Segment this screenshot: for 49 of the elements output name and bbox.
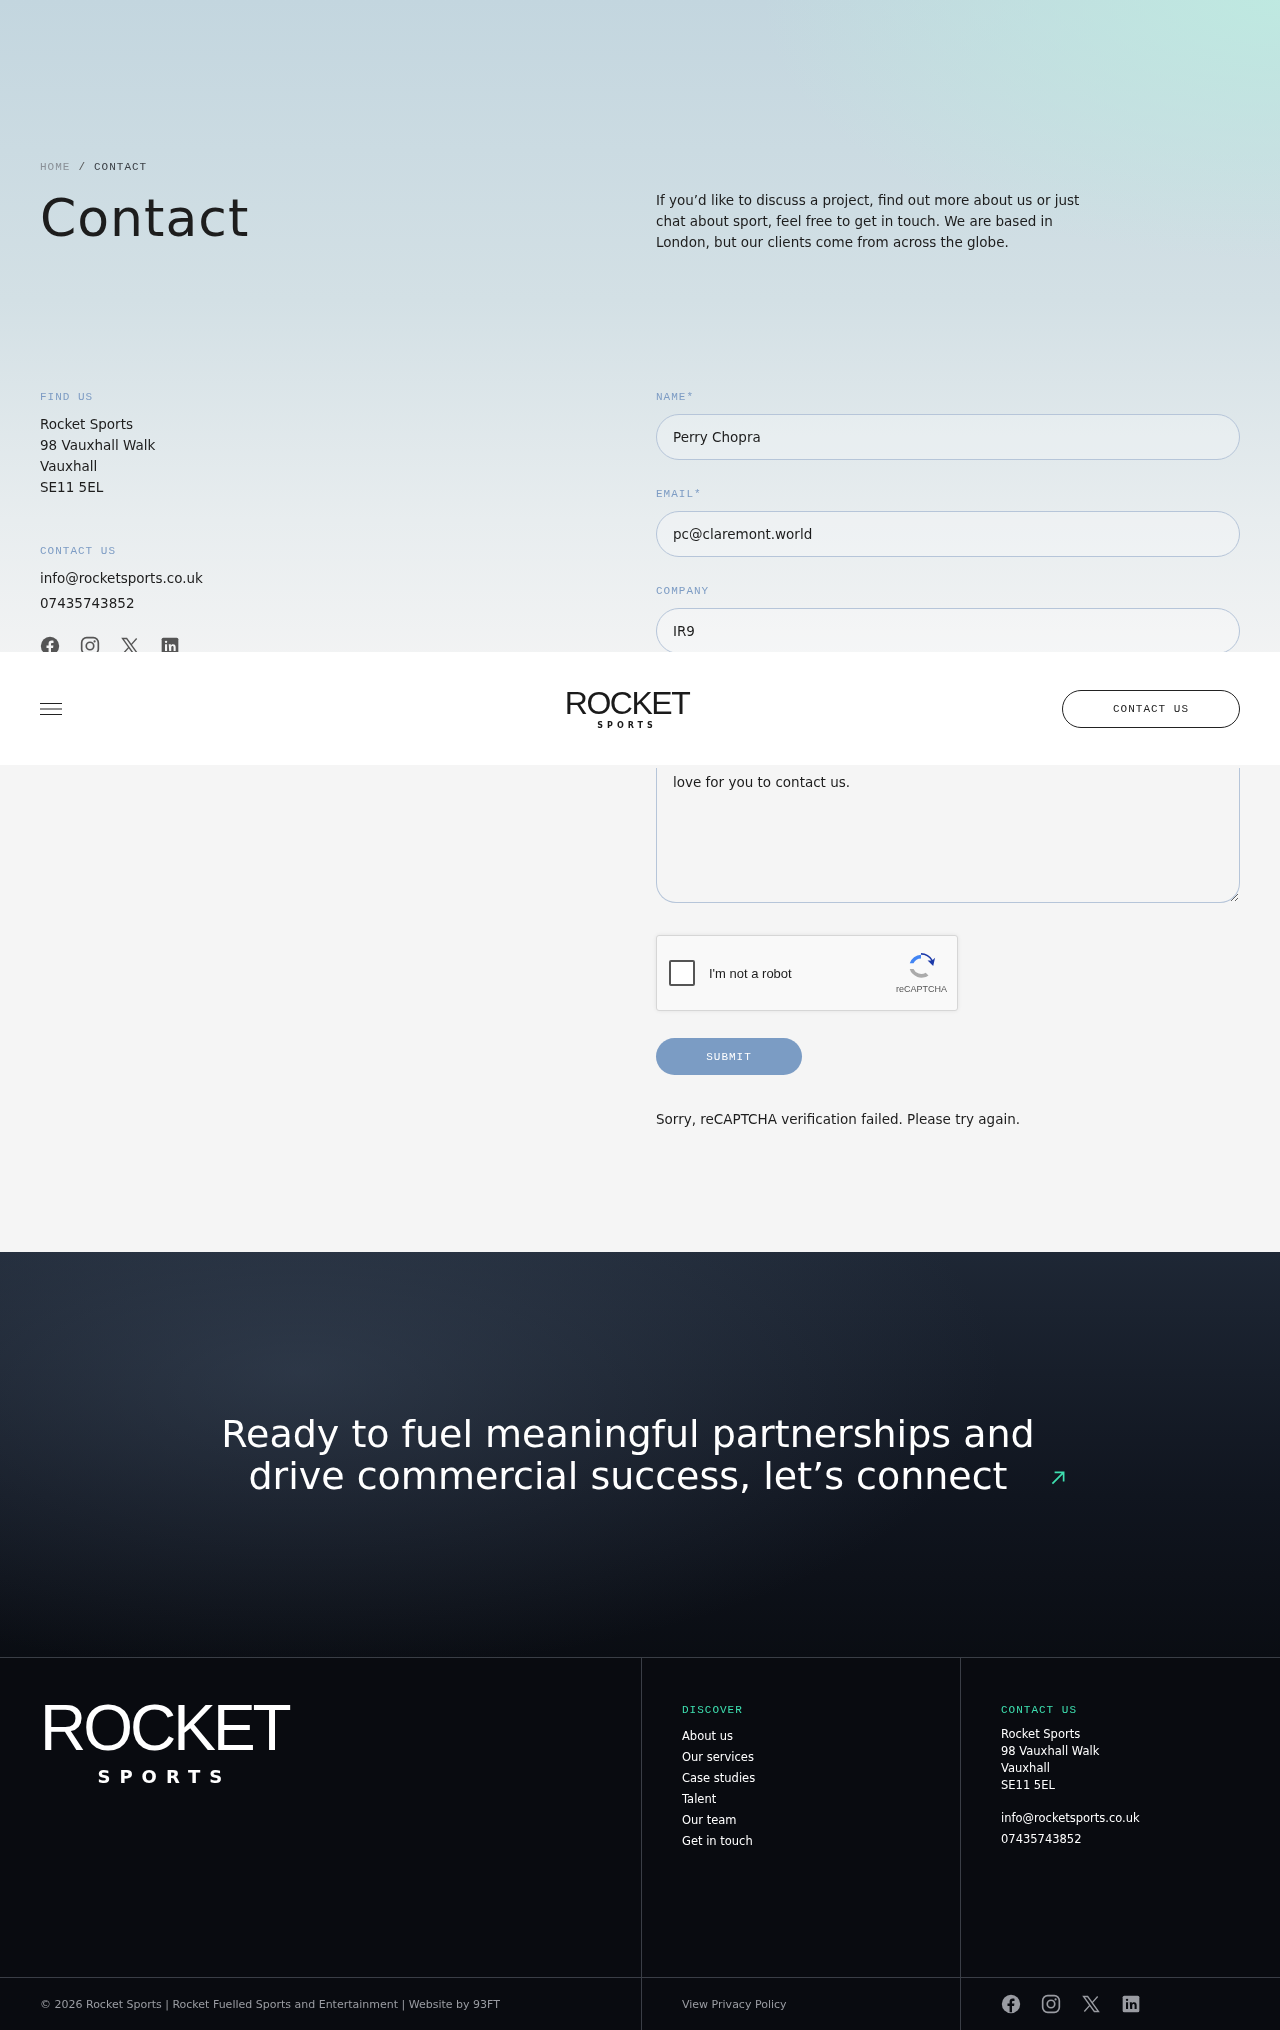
footer-heading: DISCOVER	[682, 1704, 744, 1716]
captcha-checkbox[interactable]	[669, 960, 695, 986]
address-line: Vauxhall	[40, 457, 99, 476]
field-label: COMPANY	[656, 584, 711, 598]
intro-paragraph: If you’d like to discuss a project, find out more about us or just chat about sport, feel free to get in touch. We are based in London, but our clients come from across the globe.	[656, 191, 1081, 252]
instagram-icon[interactable]	[1041, 1994, 1061, 2014]
address-line: Rocket Sports	[40, 415, 134, 434]
address-line: SE11 5EL	[1001, 1777, 1056, 1794]
footer-link[interactable]: Our services	[682, 1747, 960, 1768]
section-label: FIND US	[40, 390, 95, 404]
phone-link[interactable]: 07435743852	[40, 591, 656, 616]
phone-link[interactable]: 07435743852	[1001, 1829, 1280, 1850]
address-line: Rocket Sports	[1001, 1726, 1082, 1743]
copyright-text: © 2026 Rocket Sports | Rocket Fuelled Sports and Entertainment | Website by 93FT	[40, 1997, 500, 2011]
footer-link[interactable]: Our team	[682, 1810, 960, 1831]
text-input[interactable]: pc@claremont.world	[656, 511, 1240, 557]
footer-link[interactable]: Talent	[682, 1789, 960, 1810]
captcha-label: I'm not a robot	[709, 965, 793, 981]
footer-link[interactable]: Get in touch	[682, 1831, 960, 1852]
logo-wordmark[interactable]: ROCKET	[564, 687, 690, 718]
field-label: EMAIL*	[656, 487, 703, 501]
field-label: NAME*	[656, 390, 695, 404]
footer-logo-wordmark[interactable]: ROCKET	[40, 1698, 289, 1758]
email-link[interactable]: info@rocketsports.co.uk	[40, 566, 656, 591]
message-field[interactable]: love for you to contact us.	[656, 768, 1240, 903]
breadcrumb-link[interactable]: CONTACT	[94, 160, 148, 174]
email-link[interactable]: info@rocketsports.co.uk	[1001, 1808, 1280, 1829]
page-title: Contact	[40, 190, 251, 248]
x-icon[interactable]	[1081, 1994, 1101, 2014]
footer-link[interactable]: About us	[682, 1726, 960, 1747]
address-line: Vauxhall	[1001, 1760, 1051, 1777]
section-label: CONTACT US	[40, 544, 117, 558]
cta-heading[interactable]: Ready to fuel meaningful partnerships and drive commercial success, let’s connect	[213, 1412, 1043, 1497]
privacy-link[interactable]: View Privacy Policy	[682, 1997, 787, 2011]
captcha-brand: reCAPTCHA	[896, 984, 947, 994]
footer-logo-subtitle: SPORTS	[97, 1766, 232, 1787]
address-line: SE11 5EL	[40, 478, 105, 497]
facebook-icon[interactable]	[1001, 1994, 1021, 2014]
address-line: 98 Vauxhall Walk	[40, 436, 157, 455]
footer-link[interactable]: Case studies	[682, 1768, 960, 1789]
logo-subtitle: SPORTS	[597, 720, 657, 730]
error-message: Sorry, reCAPTCHA verification failed. Please try again.	[656, 1110, 1022, 1129]
breadcrumb-separator: /	[78, 160, 86, 174]
text-input[interactable]: Perry Chopra	[656, 414, 1240, 460]
linkedin-icon[interactable]	[1121, 1994, 1141, 2014]
footer-heading: CONTACT US	[1001, 1704, 1078, 1716]
address-line: 98 Vauxhall Walk	[1001, 1743, 1101, 1760]
menu-icon[interactable]	[40, 702, 62, 715]
contact-button[interactable]: CONTACT US	[1062, 689, 1240, 728]
